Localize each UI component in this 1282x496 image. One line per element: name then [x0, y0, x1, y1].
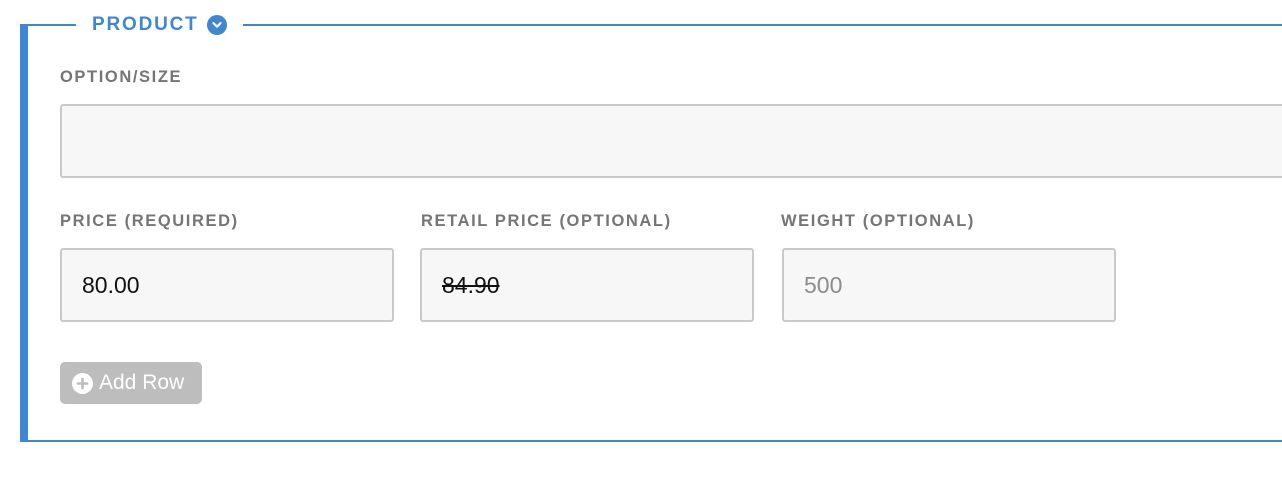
price-input[interactable]: 80.00 [60, 248, 394, 322]
retail-price-label: RETAIL PRICE (OPTIONAL) [421, 212, 672, 230]
weight-placeholder: 500 [804, 271, 843, 298]
option-size-input[interactable] [60, 104, 1282, 178]
add-row-label: Add Row [99, 371, 185, 394]
add-row-button[interactable]: Add Row [60, 362, 202, 404]
weight-input[interactable]: 500 [782, 248, 1116, 322]
price-value: 80.00 [82, 271, 140, 298]
price-label: PRICE (REQUIRED) [60, 212, 239, 230]
product-fieldset [20, 24, 1282, 442]
chevron-down-icon [206, 15, 227, 35]
retail-price-input[interactable]: 84.90 [420, 248, 754, 322]
retail-price-value: 84.90 [442, 271, 500, 298]
plus-circle-icon [72, 372, 93, 394]
option-size-label: OPTION/SIZE [60, 68, 183, 86]
weight-label: WEIGHT (OPTIONAL) [781, 212, 976, 230]
section-toggle[interactable]: PRODUCT [76, 12, 243, 38]
section-title: PRODUCT [92, 14, 199, 35]
